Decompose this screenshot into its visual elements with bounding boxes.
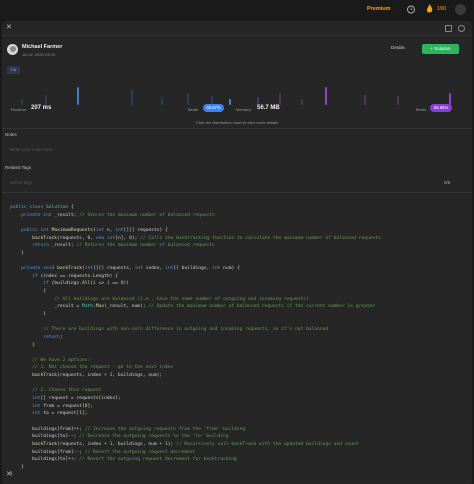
code-line: int to = request[1]; — [32, 411, 88, 417]
runtime-value: 207 ms — [31, 105, 52, 111]
distribution-hint: Click the distribution chart to view mor… — [195, 120, 279, 125]
runtime-bar — [45, 95, 47, 105]
code-line: } — [10, 342, 35, 348]
runtime-label: Runtime: — [11, 107, 28, 112]
close-icon[interactable]: ✕ — [6, 23, 12, 31]
memory-bar — [301, 99, 303, 105]
code-line: if (buildings.All(i => i == 0)) — [43, 281, 130, 287]
streak-count: 190 — [437, 6, 447, 12]
close-icon[interactable]: ✕ — [6, 470, 12, 478]
code-line: // All buildings are balanced (i.e., hav… — [54, 296, 309, 302]
solution-panel: ✕ Michael Farmer Jul 02, 2023 23:04 Deta… — [2, 21, 472, 484]
tags-counter: 0/5 — [444, 180, 451, 185]
details-button[interactable]: Details — [391, 45, 405, 50]
runtime-bar — [187, 93, 189, 105]
code-line: backTrack(requests, 0, new int[n], 0); /… — [32, 235, 381, 241]
top-navbar: Premium 190 — [0, 0, 474, 20]
alarm-clock-icon[interactable] — [406, 4, 416, 14]
runtime-bar-selected — [229, 99, 231, 105]
code-line: buildings[to]++; // Revert the outgoing … — [10, 457, 237, 463]
divider — [2, 128, 472, 129]
memory-bar — [397, 96, 399, 105]
language-tag: C# — [7, 66, 20, 74]
code-line: // 2. Choose this request — [32, 388, 102, 394]
code-line: } — [10, 311, 46, 317]
fire-icon — [426, 4, 433, 13]
code-line: // We have 2 options: — [32, 357, 91, 363]
memory-bar — [257, 97, 259, 105]
author-avatar — [7, 44, 18, 55]
tags-input[interactable]: Select tags — [10, 180, 32, 185]
code-line: public int MaximumRequests(int n, int[][… — [21, 227, 168, 233]
runtime-bar — [131, 89, 133, 105]
runtime-bar — [77, 87, 79, 105]
user-avatar[interactable] — [455, 4, 466, 15]
memory-value: 56.7 MB — [257, 105, 280, 111]
info-icon[interactable] — [458, 25, 465, 32]
code-line: int[] request = requests[index]; — [32, 396, 121, 402]
runtime-beats-label: Beats — [188, 107, 199, 112]
code-line: backTrack(requests, index + 1, buildings… — [32, 441, 359, 447]
code-line: if (index == requests.Length) { — [32, 273, 118, 279]
code-line: } — [10, 472, 13, 478]
memory-label: Memory: — [236, 107, 252, 112]
code-line: public class Solution { — [10, 205, 74, 210]
code-line: { — [10, 289, 46, 295]
notes-input[interactable]: Write your notes here — [10, 147, 53, 152]
panel-header: ✕ — [2, 21, 472, 36]
code-line: } — [10, 250, 24, 256]
runtime-bar — [21, 99, 23, 105]
code-block: public class Solution { private int _res… — [10, 204, 468, 479]
code-line: backTrack(requests, index + 1, buildings… — [32, 373, 163, 379]
code-line: buildings[to]--; // Decrease the outgoin… — [10, 434, 229, 440]
author-name[interactable]: Michael Farmer — [22, 44, 62, 50]
code-line: // 1. Not choose the request - go to the… — [32, 365, 174, 371]
code-line: return; — [43, 334, 63, 340]
code-line: int from = request[0]; — [32, 403, 94, 409]
submission-date: Jul 02, 2023 23:04 — [22, 52, 55, 57]
code-line: private void backTrack(int[][] requests,… — [21, 266, 240, 272]
code-line: private int _result; // Stores the maxim… — [21, 212, 215, 218]
expand-icon[interactable] — [445, 25, 452, 32]
memory-bar — [364, 95, 366, 105]
code-line: _result = Math.Max(_result, num); // Upd… — [10, 304, 376, 310]
memory-beats-label: Beats — [416, 107, 427, 112]
divider — [2, 192, 472, 193]
premium-link[interactable]: Premium — [367, 6, 391, 12]
code-line: buildings[from]++; // Increase the outgo… — [10, 426, 246, 432]
code-line: return _result; // Returns the maximum n… — [32, 243, 215, 249]
notes-label: Notes — [5, 132, 17, 137]
memory-beats-badge: 55.56% — [430, 104, 452, 112]
code-line: buildings[from]--; // Revert the outgoin… — [10, 449, 196, 455]
memory-bar — [325, 87, 327, 105]
related-tags-label: Related Tags — [5, 165, 32, 170]
memory-bar — [279, 93, 281, 105]
code-line: // There are buildings with non-zero dif… — [43, 327, 329, 333]
memory-bar-selected — [449, 93, 451, 105]
code-line: } — [10, 464, 24, 470]
runtime-beats-badge: 66.67% — [203, 104, 224, 112]
add-solution-button[interactable]: + Solution — [422, 44, 459, 54]
distribution-chart[interactable] — [9, 79, 465, 105]
runtime-bar — [161, 97, 163, 105]
